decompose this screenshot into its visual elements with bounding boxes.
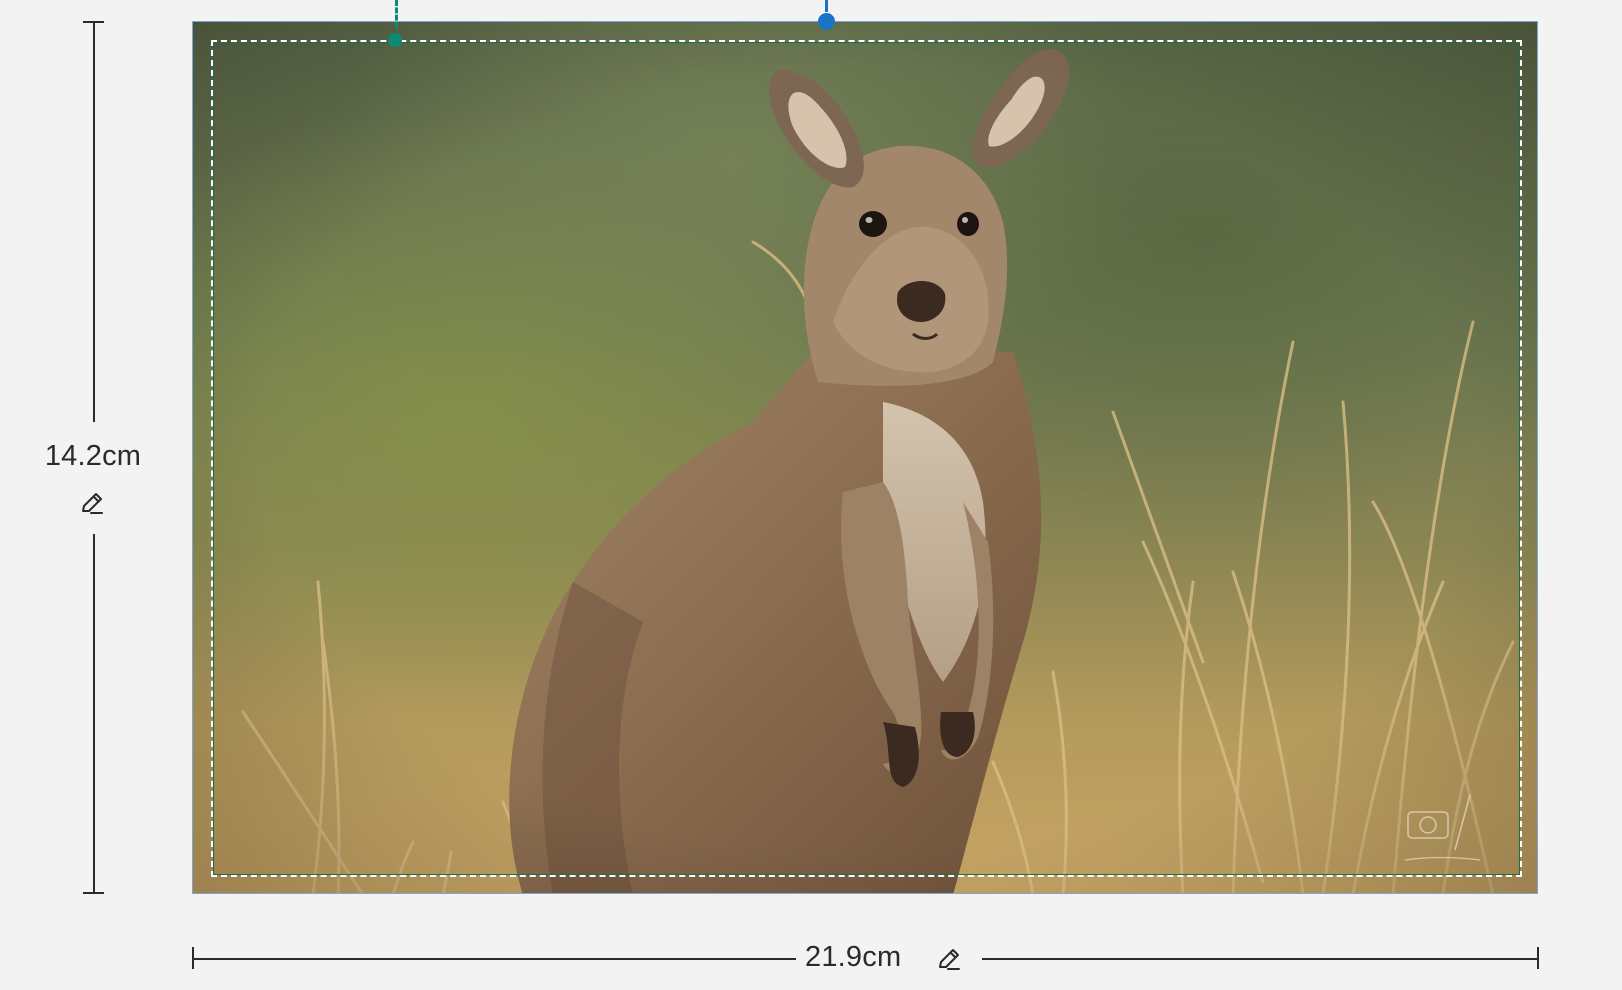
edit-width-pencil-icon[interactable]	[934, 944, 964, 974]
width-dimension-label: 21.9cm	[805, 941, 902, 973]
rotation-guide-stem	[395, 0, 398, 28]
camera-logo-watermark	[1400, 790, 1490, 870]
kangaroo-image[interactable]	[192, 21, 1538, 894]
height-ruler-upper-line	[93, 21, 95, 422]
rotate-handle[interactable]	[818, 13, 835, 30]
crop-guide-handle[interactable]	[388, 33, 402, 47]
height-dimension-label: 14.2cm	[44, 440, 142, 472]
kangaroo-photo-illustration	[193, 22, 1537, 893]
image-resize-canvas: 14.2cm 21.9cm	[0, 0, 1622, 990]
height-ruler-lower-line	[93, 534, 95, 894]
width-ruler-left-line	[192, 958, 796, 960]
edit-height-pencil-icon[interactable]	[77, 488, 107, 518]
rotate-handle-stem	[825, 0, 828, 12]
height-ruler-bottom-cap	[83, 892, 104, 894]
width-ruler-right-line	[982, 958, 1538, 960]
width-ruler-right-cap	[1537, 947, 1539, 969]
